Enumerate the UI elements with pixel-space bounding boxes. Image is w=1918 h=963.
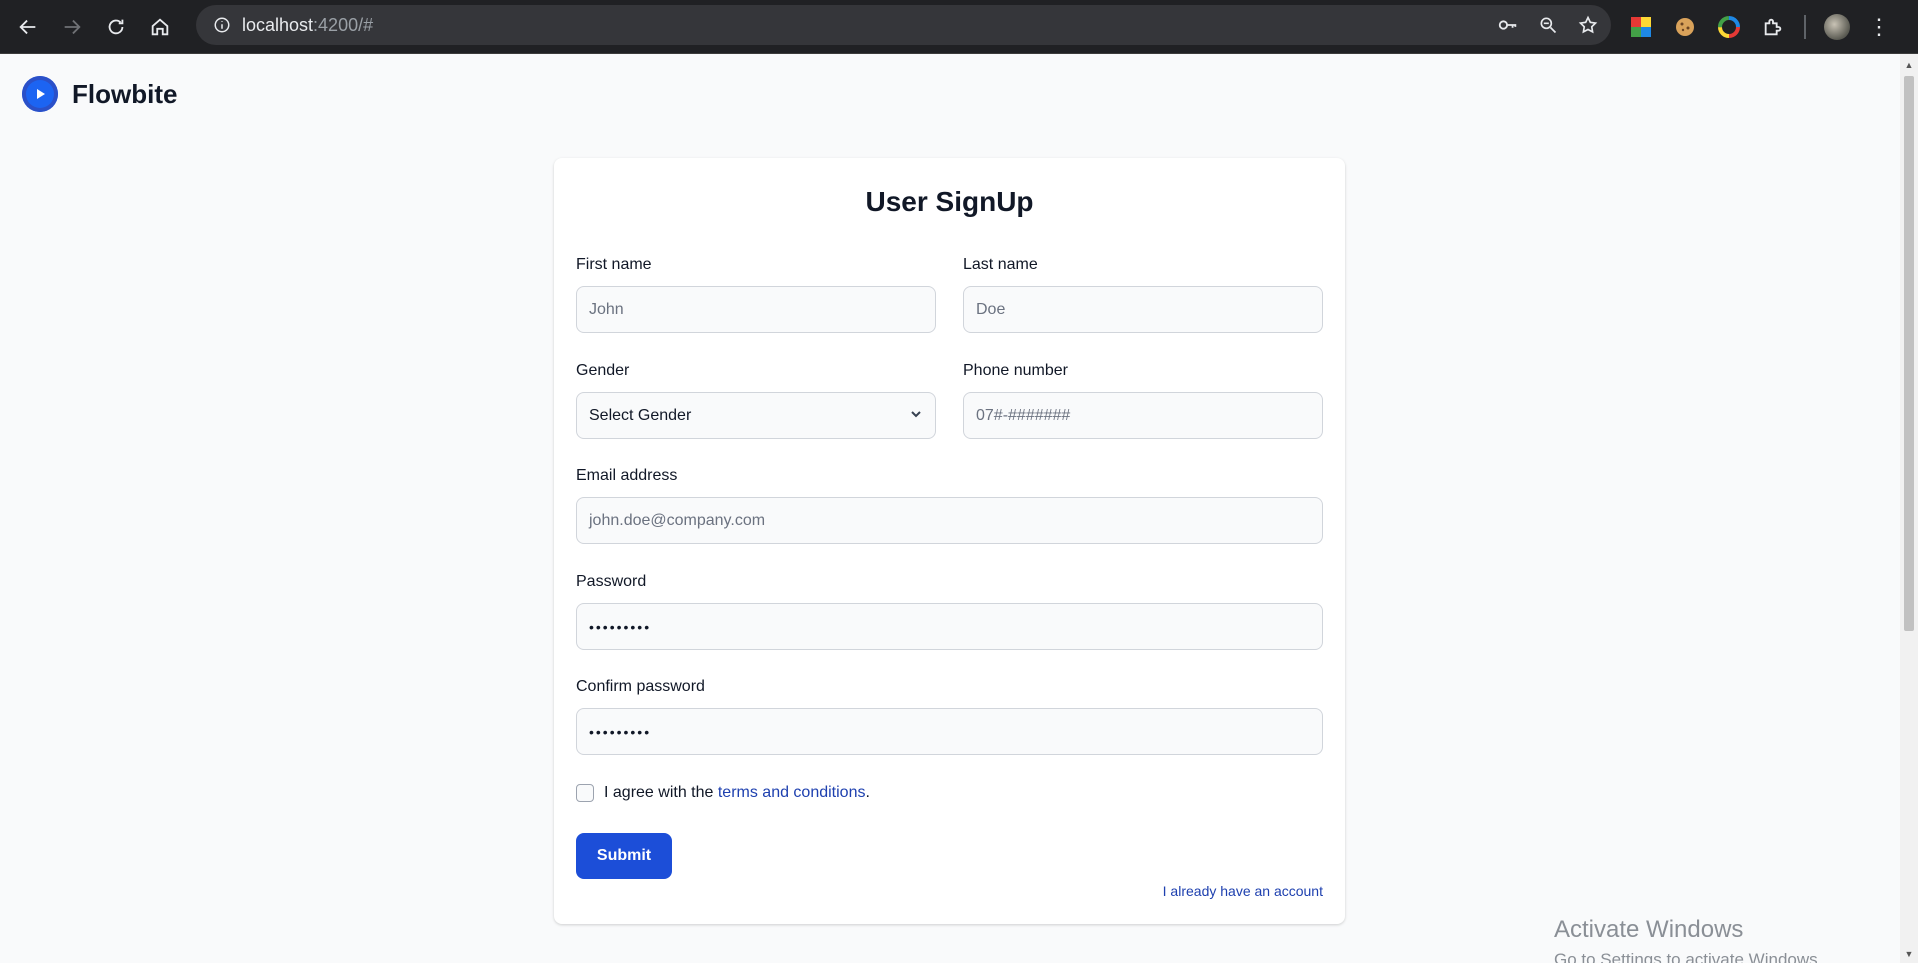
- last-name-input[interactable]: Doe: [963, 286, 1323, 333]
- password-field: Password •••••••••: [576, 573, 1323, 650]
- bookmark-star-icon[interactable]: [1575, 12, 1601, 38]
- windows-activation-watermark: Activate Windows Go to Settings to activ…: [1554, 916, 1822, 963]
- watermark-subtitle: Go to Settings to activate Windows.: [1554, 950, 1823, 963]
- page-title: User SignUp: [865, 186, 1034, 217]
- terms-prefix: I agree with the: [604, 784, 718, 801]
- forward-button[interactable]: [50, 7, 94, 47]
- email-field: Email address john.doe@company.com: [576, 467, 1323, 544]
- toolbar-divider: [1804, 15, 1806, 39]
- gender-field: Gender Select Gender: [576, 362, 936, 439]
- zoom-icon[interactable]: [1535, 12, 1561, 38]
- email-label: Email address: [576, 467, 678, 484]
- gender-select[interactable]: Select Gender: [576, 392, 936, 439]
- phone-input[interactable]: 07#-#######: [963, 392, 1323, 439]
- confirm-password-input[interactable]: •••••••••: [576, 708, 1323, 755]
- url-host: localhost: [242, 14, 314, 35]
- first-name-field: First name John: [576, 256, 936, 333]
- first-name-input[interactable]: John: [576, 286, 936, 333]
- flowbite-logo-icon: [22, 76, 58, 112]
- browser-menu-icon[interactable]: ⋮: [1868, 16, 1890, 38]
- phone-field: Phone number 07#-#######: [963, 362, 1323, 439]
- url-path: :4200/#: [313, 14, 374, 35]
- scrollbar-thumb[interactable]: [1904, 76, 1914, 631]
- profile-avatar[interactable]: [1824, 14, 1850, 40]
- last-name-field: Last name Doe: [963, 256, 1323, 333]
- color-grid-extension-icon[interactable]: [1628, 14, 1654, 40]
- page-body: Flowbite User SignUp First name John Las…: [0, 54, 1900, 963]
- first-name-label: First name: [576, 256, 652, 273]
- cookie-extension-icon[interactable]: [1672, 14, 1698, 40]
- brand-name: Flowbite: [72, 78, 178, 109]
- extensions-area: ⋮: [1628, 0, 1890, 54]
- url-text[interactable]: localhost:4200/#: [242, 15, 373, 36]
- chevron-down-icon: [911, 411, 921, 418]
- confirm-password-label: Confirm password: [576, 678, 705, 695]
- forward-arrow-icon: [64, 19, 81, 34]
- reload-button[interactable]: [94, 7, 138, 47]
- scroll-up-arrow-icon[interactable]: ▲: [1904, 60, 1914, 70]
- home-button[interactable]: [138, 7, 182, 47]
- browser-toolbar: localhost:4200/# ⋮: [0, 0, 1918, 54]
- terms-checkbox[interactable]: [576, 784, 594, 802]
- address-bar-actions: [1495, 5, 1601, 45]
- terms-agreement: I agree with the terms and conditions.: [576, 784, 870, 802]
- password-input[interactable]: •••••••••: [576, 603, 1323, 650]
- back-arrow-icon: [19, 19, 36, 34]
- watermark-title: Activate Windows: [1554, 916, 1744, 943]
- signup-card: User SignUp First name John Last name Do…: [554, 158, 1345, 924]
- scroll-down-arrow-icon[interactable]: ▼: [1904, 949, 1914, 959]
- last-name-label: Last name: [963, 256, 1038, 273]
- brand[interactable]: Flowbite: [22, 76, 177, 112]
- back-button[interactable]: [6, 7, 50, 47]
- terms-link[interactable]: terms and conditions: [718, 784, 866, 801]
- vertical-scrollbar[interactable]: ▲ ▼: [1900, 54, 1918, 963]
- password-key-icon[interactable]: [1495, 12, 1521, 38]
- terms-text: I agree with the terms and conditions.: [604, 784, 870, 802]
- password-label: Password: [576, 573, 647, 590]
- submit-button[interactable]: Submit: [576, 833, 672, 879]
- existing-account-link[interactable]: I already have an account: [1163, 883, 1323, 899]
- address-bar[interactable]: localhost:4200/#: [196, 5, 1611, 45]
- home-icon: [151, 17, 169, 35]
- reload-icon: [108, 19, 124, 34]
- color-wheel-extension-icon[interactable]: [1716, 14, 1742, 40]
- puzzle-extensions-icon[interactable]: [1760, 14, 1786, 40]
- phone-label: Phone number: [963, 362, 1068, 379]
- terms-suffix: .: [865, 784, 870, 801]
- email-input[interactable]: john.doe@company.com: [576, 497, 1323, 544]
- gender-select-value: Select Gender: [576, 392, 936, 439]
- gender-label: Gender: [576, 362, 630, 379]
- confirm-password-field: Confirm password •••••••••: [576, 678, 1323, 755]
- site-info-icon[interactable]: [202, 16, 242, 34]
